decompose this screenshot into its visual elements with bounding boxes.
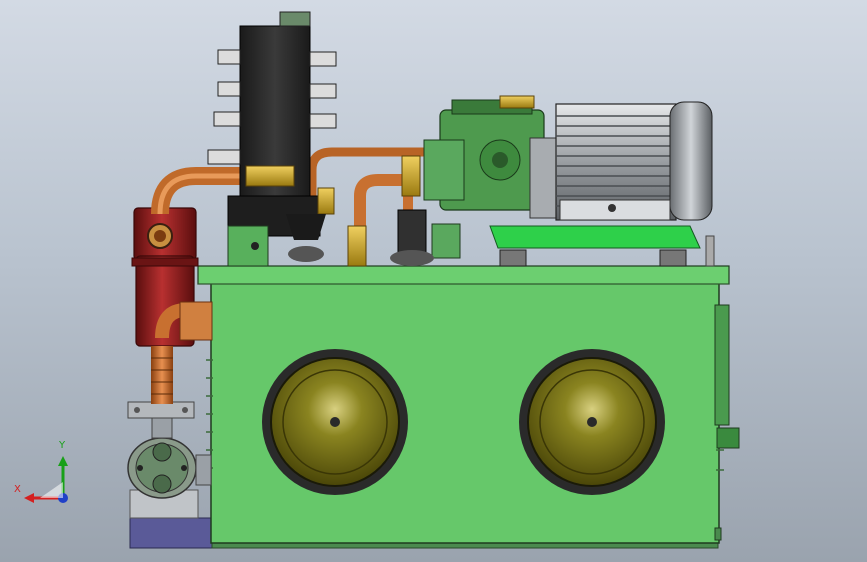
fitting-icon <box>207 49 241 165</box>
cover-bolt-icon <box>330 417 340 427</box>
triad-x-arrow <box>24 493 34 503</box>
electric-motor[interactable] <box>529 101 713 221</box>
suction-pump[interactable] <box>127 401 212 519</box>
motor-mount[interactable] <box>489 225 715 267</box>
cad-viewport[interactable]: X Y <box>0 0 867 562</box>
drain-port <box>716 427 740 449</box>
triad-y-arrow <box>58 456 68 466</box>
triad-plane <box>40 482 63 498</box>
triad-x-label: X <box>14 484 21 495</box>
inspection-cover-left[interactable] <box>262 349 408 495</box>
hydraulic-power-unit-model[interactable] <box>0 0 867 562</box>
inspection-cover-right[interactable] <box>519 349 665 495</box>
fitting-icon <box>309 51 337 129</box>
cover-bolt-icon <box>587 417 597 427</box>
gear-pump[interactable] <box>423 95 545 211</box>
orientation-triad <box>24 456 68 503</box>
triad-y-label: Y <box>59 440 66 451</box>
side-cover-plate <box>714 304 730 426</box>
